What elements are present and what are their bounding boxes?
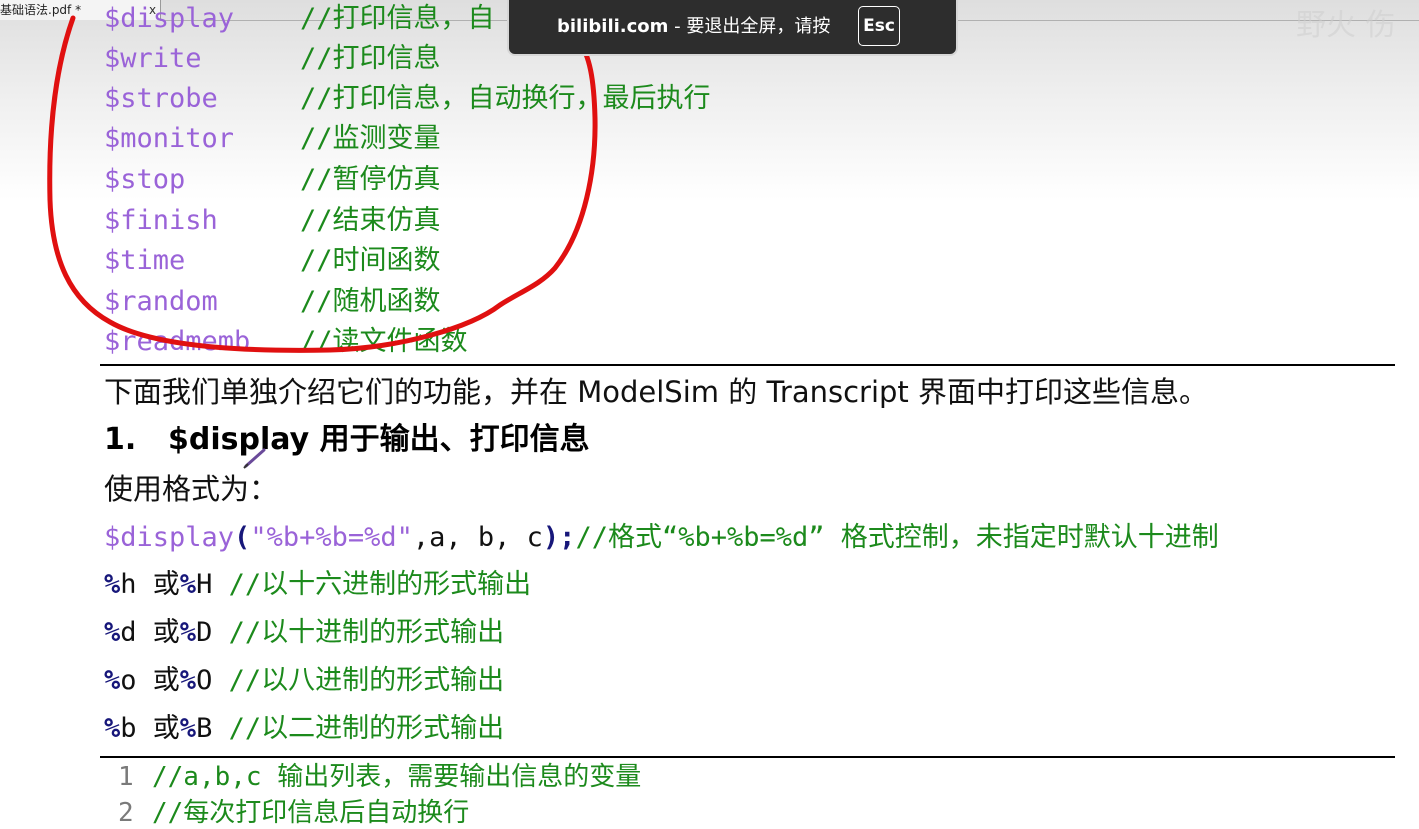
esc-key-badge[interactable]: Esc <box>858 6 900 46</box>
annotation-overlay <box>47 9 598 469</box>
toast-separator: - <box>668 16 687 37</box>
pen-cursor-icon <box>243 448 266 469</box>
fullscreen-exit-toast: bilibili.com - 要退出全屏，请按 Esc <box>507 0 958 56</box>
toast-message: bilibili.com - 要退出全屏，请按 <box>557 14 830 40</box>
toast-site: bilibili.com <box>557 16 669 37</box>
toast-text: 要退出全屏，请按 <box>686 16 831 37</box>
red-annotation-circle <box>47 9 598 353</box>
